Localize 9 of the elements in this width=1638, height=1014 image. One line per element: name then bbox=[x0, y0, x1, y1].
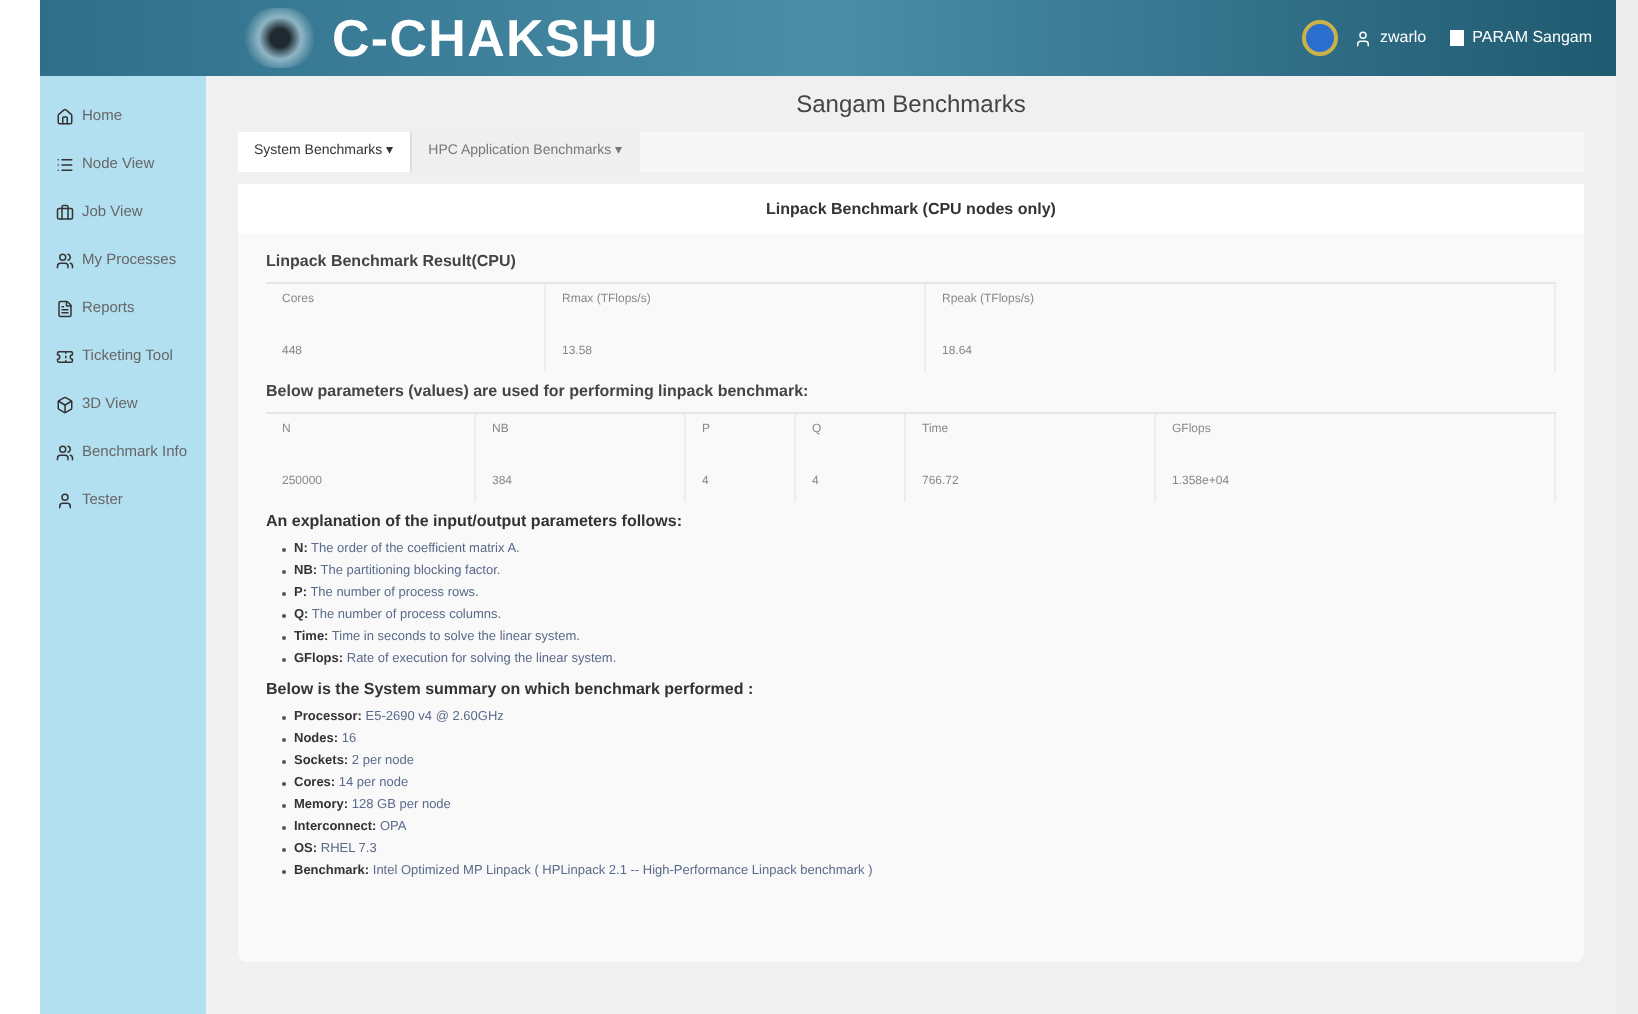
logo-text: C-CHAKSHU bbox=[332, 5, 659, 71]
section-heading: Below parameters (values) are used for performing linpack benchmark: bbox=[266, 380, 811, 404]
section-heading: An explanation of the input/output parameters follows: bbox=[266, 510, 685, 534]
card-title: Linpack Benchmark (CPU nodes only) bbox=[238, 184, 1584, 234]
section-heading: Linpack Benchmark Result(CPU) bbox=[266, 250, 518, 274]
page-title: Sangam Benchmarks bbox=[794, 88, 1028, 122]
username-link[interactable]: zwarlo bbox=[1380, 26, 1427, 50]
project-link[interactable]: PARAM Sangam bbox=[1472, 26, 1592, 50]
section-heading: Below is the System summary on which benchmark performed : bbox=[266, 678, 756, 702]
